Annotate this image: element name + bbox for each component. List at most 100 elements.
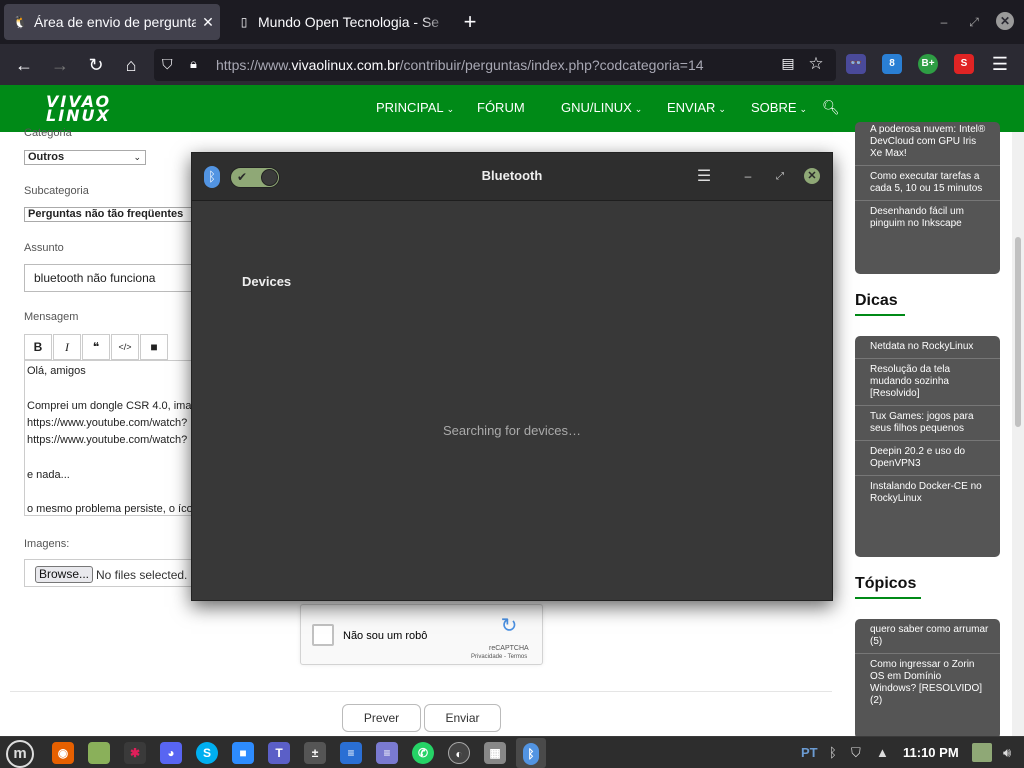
discord-icon[interactable]: ◕ — [160, 742, 182, 764]
recaptcha-terms-link[interactable]: Privacidade - Termos — [471, 654, 527, 660]
video-button[interactable]: ■ — [140, 334, 168, 360]
calculator-icon[interactable]: ± — [304, 742, 326, 764]
message-textarea[interactable]: Olá, amigos Comprei um dongle CSR 4.0, i… — [24, 360, 194, 516]
text-editor-icon[interactable]: ≡ — [376, 742, 398, 764]
categoria-select[interactable]: Outros ⌄ — [24, 150, 146, 165]
code-button[interactable]: </> — [111, 334, 139, 360]
preview-button[interactable]: Prever — [342, 704, 421, 732]
menu-forum[interactable]: FÓRUM — [477, 100, 525, 115]
show-desktop-button[interactable] — [972, 743, 992, 762]
minimize-window-button[interactable]: – — [934, 12, 954, 32]
subcategoria-label: Subcategoria — [24, 185, 89, 197]
list-item[interactable]: Netdata no RockyLinux — [855, 336, 1000, 359]
list-item[interactable]: quero saber como arrumar (5) — [855, 619, 1000, 654]
italic-button[interactable]: I — [53, 334, 81, 360]
files-icon[interactable] — [88, 742, 110, 764]
browser-menu-button[interactable]: ☰ — [990, 54, 1010, 74]
bluetooth-titlebar[interactable]: ᛒ ✔ Bluetooth ☰ – ⤢ ✕ — [192, 153, 832, 201]
back-button[interactable]: ← — [11, 52, 37, 78]
page-scrollbar[interactable] — [1012, 132, 1024, 736]
tab-active[interactable]: 🐧 Área de envio de perguntas ✕ — [4, 4, 220, 40]
menu-label: GNU/LINUX — [561, 100, 632, 115]
close-window-button[interactable]: ✕ — [996, 12, 1014, 30]
network-icon[interactable]: ◐ — [448, 742, 470, 764]
recaptcha-label: Não sou um robô — [343, 630, 428, 642]
list-item[interactable]: Como ingressar o Zorin OS em Domínio Win… — [855, 654, 1000, 712]
restore-window-button[interactable]: ⤢ — [964, 12, 984, 32]
list-item[interactable]: Resolução da tela mudando sozinha [Resol… — [855, 359, 1000, 406]
forward-button[interactable]: → — [47, 52, 73, 78]
menu-enviar[interactable]: ENVIAR ⌄ — [667, 100, 726, 115]
new-tab-button[interactable]: + — [456, 8, 484, 36]
skype-icon[interactable]: S — [196, 742, 218, 764]
assunto-input[interactable]: bluetooth não funciona — [24, 264, 194, 292]
bluetooth-tray-icon[interactable]: ᛒ — [829, 745, 837, 760]
browser-nav-bar: ← → ↻ ⌂ ⛉ 🔒︎ https://www.vivaolinux.com.… — [0, 44, 1024, 85]
url-text[interactable]: https://www.vivaolinux.com.br/contribuir… — [216, 57, 704, 73]
tab-inactive[interactable]: ▯ Mundo Open Tecnologia - Se — [228, 4, 450, 40]
browse-button[interactable]: Browse... — [35, 566, 94, 583]
lock-icon[interactable]: 🔒︎ — [190, 56, 206, 74]
topicos-list: quero saber como arrumar (5) Como ingres… — [855, 619, 1000, 739]
s-extension-icon[interactable]: S — [954, 54, 974, 74]
mint-menu-icon[interactable]: m — [6, 740, 34, 768]
quote-button[interactable]: ❝ — [82, 334, 110, 360]
glasses-extension-icon[interactable]: 👓 — [846, 54, 866, 74]
close-icon[interactable]: ✕ — [804, 168, 820, 184]
menu-label: PRINCIPAL — [376, 100, 444, 115]
bplus-extension-icon[interactable]: B+ — [918, 54, 938, 74]
menu-sobre[interactable]: SOBRE ⌄ — [751, 100, 807, 115]
search-icon[interactable]: 🔍︎ — [822, 99, 840, 116]
app-grid-icon[interactable]: ▦ — [484, 742, 506, 764]
list-item[interactable]: Deepin 20.2 e uso do OpenVPN3 — [855, 441, 1000, 476]
teams-icon[interactable]: T — [268, 742, 290, 764]
address-bar[interactable]: ⛉ 🔒︎ https://www.vivaolinux.com.br/contr… — [154, 49, 836, 81]
tab-title: Mundo Open Tecnologia - Se — [258, 14, 440, 30]
scrollbar-thumb[interactable] — [1015, 237, 1021, 427]
menu-gnu-linux[interactable]: GNU/LINUX ⌄ — [561, 100, 642, 115]
articles-list: A poderosa nuvem: Intel® DevCloud com GP… — [855, 122, 1000, 274]
reader-view-icon[interactable]: ▤ — [778, 55, 798, 75]
recaptcha-brand: reCAPTCHA — [489, 645, 529, 652]
badge-extension-icon[interactable]: 8 — [882, 54, 902, 74]
slack-icon[interactable]: ✱ — [124, 742, 146, 764]
close-tab-icon[interactable]: ✕ — [196, 14, 220, 31]
list-item[interactable]: Desenhando fácil um pinguim no Inkscape — [855, 201, 1000, 235]
clock[interactable]: 11:10 PM — [903, 745, 959, 760]
site-logo[interactable]: VIVAO LINUX — [46, 94, 120, 125]
maximize-icon[interactable]: ⤢ — [770, 167, 790, 187]
volume-tray-icon[interactable]: 🔊︎ — [1003, 745, 1011, 761]
shield-icon[interactable]: ⛉ — [162, 56, 180, 74]
writer-icon[interactable]: ≡ — [340, 742, 362, 764]
zoom-icon[interactable]: ■ — [232, 742, 254, 764]
menu-principal[interactable]: PRINCIPAL ⌄ — [376, 100, 454, 115]
dicas-list: Netdata no RockyLinux Resolução da tela … — [855, 336, 1000, 557]
bold-button[interactable]: B — [24, 334, 52, 360]
subcategoria-select[interactable]: Perguntas não tão freqüentes — [24, 207, 194, 222]
list-item[interactable]: Tux Games: jogos para seus filhos pequen… — [855, 406, 1000, 441]
minimize-icon[interactable]: – — [738, 167, 758, 187]
no-file-text: No files selected. — [96, 568, 188, 582]
bluetooth-task-button[interactable]: ᛒ — [516, 738, 546, 768]
bookmark-star-icon[interactable]: ☆ — [806, 54, 826, 74]
list-item[interactable]: A poderosa nuvem: Intel® DevCloud com GP… — [855, 122, 1000, 166]
dicas-heading[interactable]: Dicas — [855, 292, 905, 316]
list-item[interactable]: Como executar tarefas a cada 5, 10 ou 15… — [855, 166, 1000, 201]
reload-button[interactable]: ↻ — [83, 52, 109, 78]
firefox-icon[interactable]: ◉ — [52, 742, 74, 764]
recaptcha-checkbox[interactable] — [312, 624, 334, 646]
shield-tray-icon[interactable]: ⛉ — [851, 745, 861, 761]
wifi-tray-icon[interactable]: ▲ — [876, 745, 889, 760]
file-input[interactable]: Browse... No files selected. — [24, 559, 194, 587]
topicos-heading[interactable]: Tópicos — [855, 575, 921, 599]
message-line — [27, 484, 191, 501]
hamburger-menu-icon[interactable]: ☰ — [694, 167, 714, 187]
s-label: S — [960, 58, 968, 69]
url-prefix: https://www. — [216, 57, 292, 73]
chevron-down-icon: ⌄ — [718, 104, 726, 114]
submit-button[interactable]: Enviar — [424, 704, 501, 732]
whatsapp-icon[interactable]: ✆ — [412, 742, 434, 764]
list-item[interactable]: Instalando Docker-CE no RockyLinux — [855, 476, 1000, 510]
home-button[interactable]: ⌂ — [118, 52, 144, 78]
keyboard-layout-indicator[interactable]: PT — [801, 745, 818, 760]
